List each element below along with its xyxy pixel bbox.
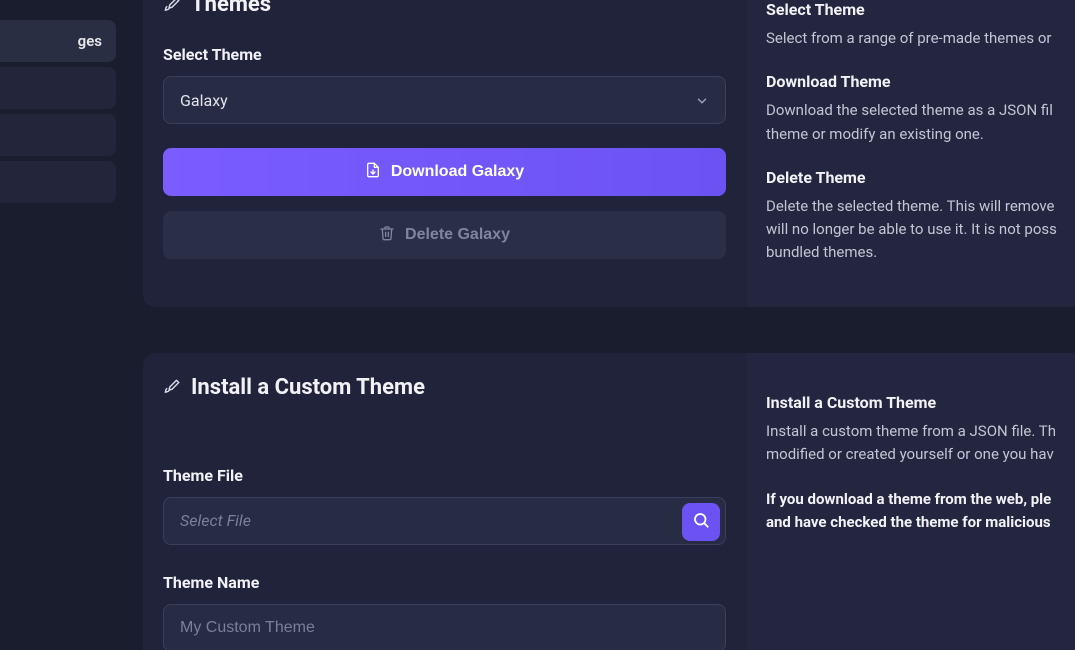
theme-select[interactable]: Galaxy — [163, 76, 726, 124]
card-title: Themes — [191, 0, 271, 17]
theme-select-value: Galaxy — [180, 91, 228, 110]
info-install-body: Install a custom theme from a JSON file.… — [766, 420, 1063, 467]
theme-name-input[interactable] — [163, 604, 726, 650]
theme-file-input[interactable]: Select File — [163, 497, 726, 545]
select-theme-label: Select Theme — [163, 45, 726, 64]
info-install-title: Install a Custom Theme — [766, 393, 1063, 412]
info-select-title: Select Theme — [766, 0, 1063, 19]
sidebar-item[interactable] — [0, 161, 116, 203]
install-theme-card: Install a Custom Theme Theme File Select… — [143, 353, 1075, 650]
sidebar: ges — [0, 0, 116, 650]
delete-theme-button[interactable]: Delete Galaxy — [163, 211, 726, 259]
download-button-label: Download Galaxy — [391, 163, 524, 181]
delete-button-label: Delete Galaxy — [405, 226, 510, 244]
card-title: Install a Custom Theme — [191, 375, 425, 400]
sidebar-item-label: ges — [78, 32, 102, 50]
info-delete-title: Delete Theme — [766, 168, 1063, 187]
info-install-warning: If you download a theme from the web, pl… — [766, 490, 1051, 531]
info-select-body: Select from a range of pre-made themes o… — [766, 27, 1063, 50]
theme-name-label: Theme Name — [163, 573, 726, 592]
download-theme-button[interactable]: Download Galaxy — [163, 148, 726, 196]
info-delete-body: Delete the selected theme. This will rem… — [766, 195, 1063, 265]
theme-file-placeholder: Select File — [180, 511, 251, 530]
paintbrush-icon — [163, 0, 181, 14]
sidebar-item[interactable] — [0, 67, 116, 109]
paintbrush-icon — [163, 378, 181, 396]
trash-icon — [379, 225, 395, 246]
info-download-body: Download the selected theme as a JSON fi… — [766, 99, 1063, 146]
info-download-title: Download Theme — [766, 72, 1063, 91]
search-icon — [692, 511, 710, 533]
browse-file-button[interactable] — [682, 503, 720, 541]
theme-file-label: Theme File — [163, 466, 726, 485]
themes-card: Themes Select Theme Galaxy Download Gala… — [143, 0, 1075, 307]
sidebar-item[interactable]: ges — [0, 20, 116, 62]
sidebar-item[interactable] — [0, 114, 116, 156]
download-icon — [365, 162, 381, 183]
chevron-down-icon — [695, 93, 709, 107]
